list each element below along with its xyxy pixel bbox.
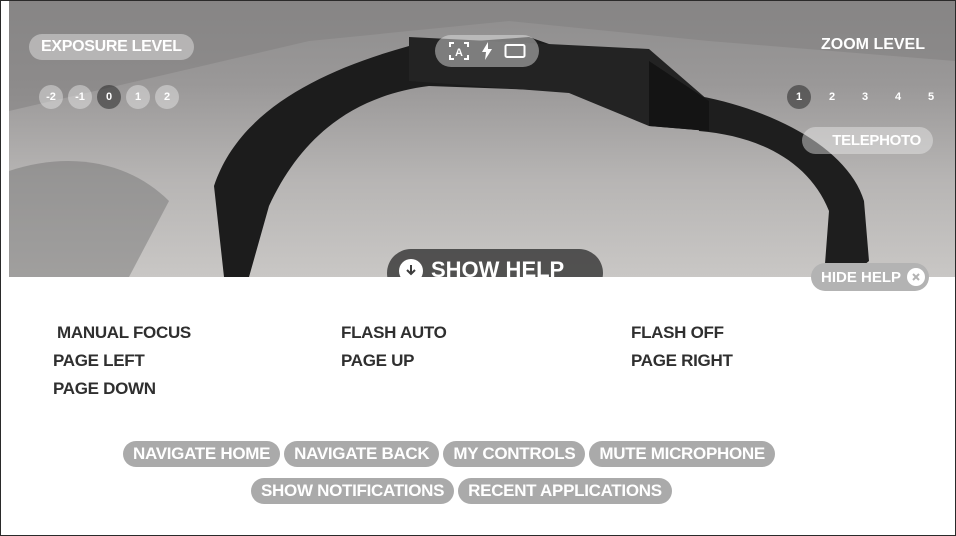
exposure-option[interactable]: 1 [126, 85, 150, 109]
command-flash-off[interactable]: FLASH OFF [631, 323, 724, 343]
global-commands-row-2: SHOW NOTIFICATIONS RECENT APPLICATIONS [251, 478, 672, 504]
exposure-option-selected[interactable]: 0 [97, 85, 121, 109]
mute-microphone-chip[interactable]: MUTE MICROPHONE [589, 441, 775, 467]
zoom-option[interactable]: 2 [820, 85, 844, 109]
auto-focus-icon[interactable]: A [448, 41, 470, 61]
camera-mode-icons: A [435, 35, 539, 67]
exposure-option[interactable]: -2 [39, 85, 63, 109]
hide-help-label: HIDE HELP [821, 268, 902, 286]
camera-viewfinder[interactable]: EXPOSURE LEVEL -2 -1 0 1 2 A ZOOM LEVEL … [9, 1, 955, 277]
command-manual-focus[interactable]: MANUAL FOCUS [57, 323, 191, 343]
aspect-ratio-icon[interactable] [504, 43, 526, 59]
my-controls-chip[interactable]: MY CONTROLS [443, 441, 586, 467]
exposure-option[interactable]: -1 [68, 85, 92, 109]
navigate-back-chip[interactable]: NAVIGATE BACK [284, 441, 440, 467]
command-page-down[interactable]: PAGE DOWN [53, 379, 156, 399]
zoom-option[interactable]: 4 [886, 85, 910, 109]
show-help-label: SHOW HELP [431, 257, 565, 277]
zoom-option[interactable]: 5 [919, 85, 943, 109]
command-page-right[interactable]: PAGE RIGHT [631, 351, 733, 371]
telephoto-mode-label[interactable]: TELEPHOTO [802, 127, 933, 154]
command-page-up[interactable]: PAGE UP [341, 351, 414, 371]
show-help-button[interactable]: SHOW HELP [387, 249, 603, 277]
voice-commands-help-panel: MANUAL FOCUS FLASH AUTO FLASH OFF PAGE L… [1, 277, 955, 535]
flash-icon[interactable] [481, 42, 493, 60]
recent-applications-chip[interactable]: RECENT APPLICATIONS [458, 478, 672, 504]
zoom-option-selected[interactable]: 1 [787, 85, 811, 109]
svg-text:A: A [455, 47, 463, 59]
exposure-option[interactable]: 2 [155, 85, 179, 109]
exposure-level-label: EXPOSURE LEVEL [29, 34, 194, 60]
close-icon [907, 268, 926, 286]
info-icon [399, 259, 423, 277]
hide-help-button[interactable]: HIDE HELP [811, 263, 930, 291]
navigate-home-chip[interactable]: NAVIGATE HOME [123, 441, 281, 467]
zoom-level-label: ZOOM LEVEL [821, 36, 925, 53]
command-flash-auto[interactable]: FLASH AUTO [341, 323, 447, 343]
show-notifications-chip[interactable]: SHOW NOTIFICATIONS [251, 478, 455, 504]
zoom-level-selector: 1 2 3 4 5 [787, 85, 943, 109]
global-commands-row-1: NAVIGATE HOME NAVIGATE BACK MY CONTROLS … [123, 441, 775, 467]
zoom-option[interactable]: 3 [853, 85, 877, 109]
exposure-level-selector: -2 -1 0 1 2 [39, 85, 179, 109]
command-page-left[interactable]: PAGE LEFT [53, 351, 145, 371]
camera-app-window: EXPOSURE LEVEL -2 -1 0 1 2 A ZOOM LEVEL … [0, 0, 956, 536]
